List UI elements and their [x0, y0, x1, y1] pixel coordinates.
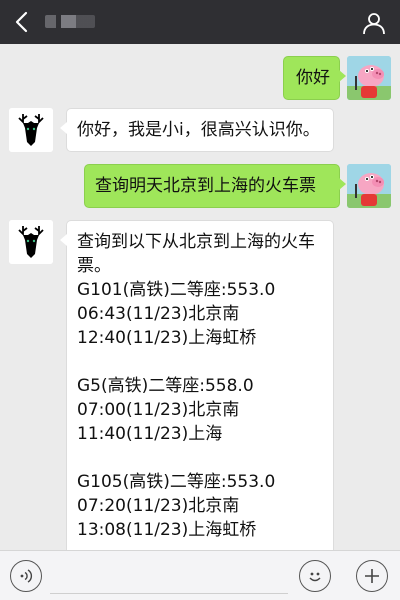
message-bubble-bot[interactable]: 查询到以下从北京到上海的火车 票。 G101(高铁)二等座:553.0 06:4… [60, 220, 334, 550]
message-bubble-bot[interactable]: 你好，我是小i，很高兴认识你。 [60, 108, 334, 152]
message-text: 你好，我是小i，很高兴认识你。 [77, 120, 320, 140]
smiley-icon [309, 572, 321, 582]
input-bar [0, 550, 400, 600]
message-line: 票。 [77, 256, 111, 276]
top-bar [0, 0, 400, 44]
emoji-button[interactable] [299, 560, 331, 592]
message-bubble-user[interactable]: 你好 [283, 56, 346, 100]
deer-avatar-icon [9, 220, 53, 264]
profile-button[interactable] [358, 7, 390, 39]
message-text: 你好 [296, 68, 330, 88]
message-line [77, 446, 323, 470]
plus-icon [365, 569, 379, 583]
message-bubble-user[interactable]: 查询明天北京到上海的火车票 [84, 164, 346, 208]
person-icon [363, 13, 385, 35]
message-line: 查询到以下从北京到上海的火车 [77, 232, 315, 252]
message-line: 12:40(11/23)上海虹桥 [77, 328, 257, 348]
voice-button[interactable] [10, 560, 42, 592]
contact-name [45, 15, 95, 28]
message-text: 查询明天北京到上海的火车票 [95, 176, 316, 196]
bot-avatar[interactable] [9, 108, 53, 152]
more-button[interactable] [356, 560, 388, 592]
message-line: G105(高铁)二等座:553.0 [77, 472, 276, 492]
message-line: 13:08(11/23)上海虹桥 [77, 520, 257, 540]
chevron-left-icon [15, 11, 28, 33]
user-avatar[interactable] [347, 56, 391, 100]
bot-avatar[interactable] [9, 220, 53, 264]
message-input[interactable] [50, 559, 288, 594]
voice-icon [20, 569, 33, 583]
back-button[interactable] [2, 0, 42, 44]
deer-avatar-icon [9, 108, 53, 152]
message-line: 11:40(11/23)上海 [77, 424, 223, 444]
message-line: G101(高铁)二等座:553.0 [77, 280, 276, 300]
message-line: G5(高铁)二等座:558.0 [77, 376, 254, 396]
message-line: 06:43(11/23)北京南 [77, 304, 240, 324]
message-line: 07:20(11/23)北京南 [77, 496, 240, 516]
pig-avatar-icon [347, 56, 391, 100]
chat-area[interactable]: 你好 你好，我是小i，很高兴认识你。 查询明天北京到上海的火车票 查询到以下从北… [0, 44, 400, 550]
user-avatar[interactable] [347, 164, 391, 208]
pig-avatar-icon [347, 164, 391, 208]
message-line [77, 350, 323, 374]
message-line: 07:00(11/23)北京南 [77, 400, 240, 420]
